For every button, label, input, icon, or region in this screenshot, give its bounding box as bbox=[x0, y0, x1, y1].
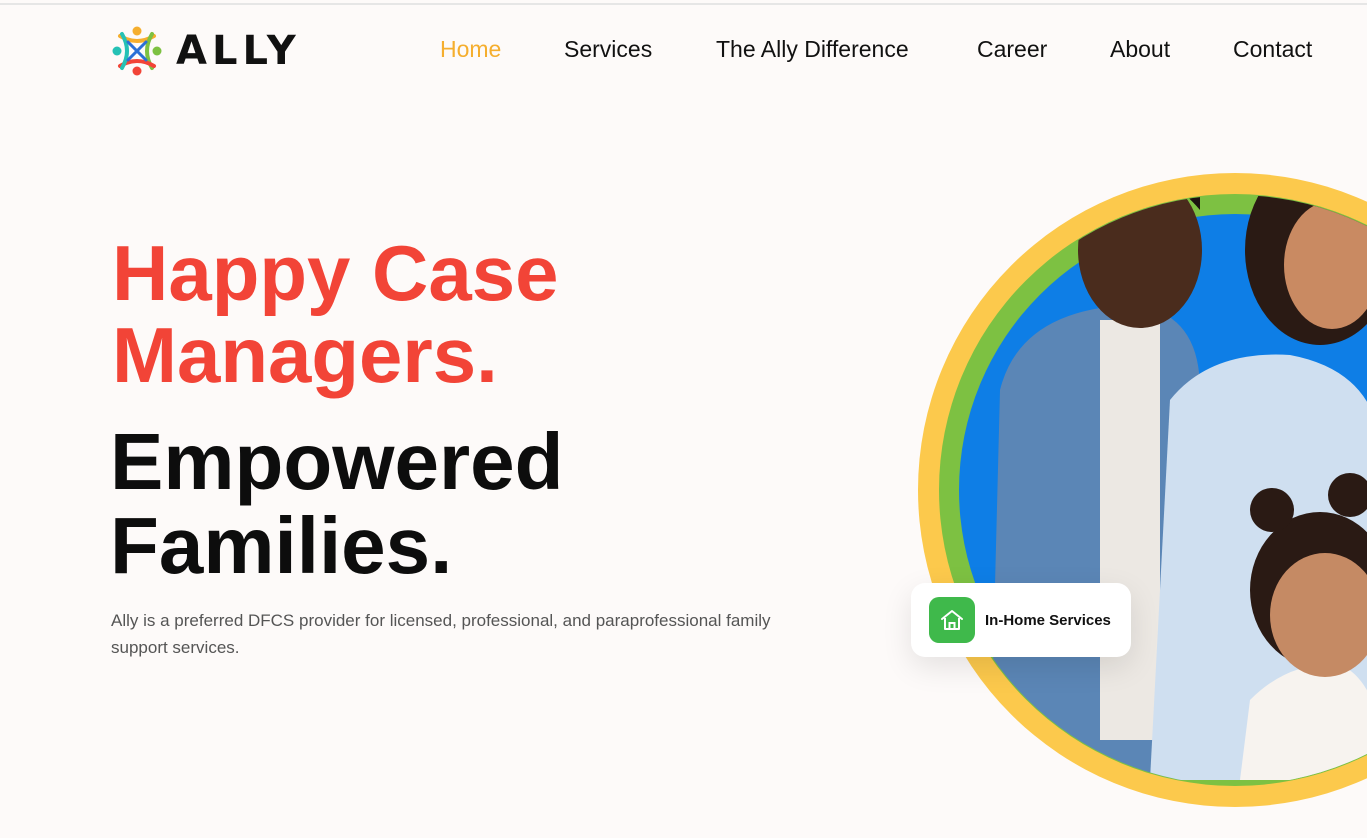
nav-contact[interactable]: Contact bbox=[1233, 36, 1312, 63]
nav-ally-difference[interactable]: The Ally Difference bbox=[716, 36, 909, 63]
hero-headline-secondary: Empowered Families. bbox=[110, 417, 564, 590]
nav-services[interactable]: Services bbox=[564, 36, 652, 63]
top-border bbox=[0, 3, 1367, 5]
in-home-services-badge[interactable]: In-Home Services bbox=[911, 583, 1131, 657]
badge-label: In-Home Services bbox=[985, 611, 1111, 629]
hero-headline-primary: Happy Case Managers. bbox=[112, 229, 559, 399]
hero-description: Ally is a preferred DFCS provider for li… bbox=[111, 611, 771, 657]
main-nav: Home Services The Ally Difference Career… bbox=[0, 36, 1367, 66]
nav-about[interactable]: About bbox=[1110, 36, 1170, 63]
house-icon bbox=[929, 597, 975, 643]
nav-home[interactable]: Home bbox=[440, 36, 501, 63]
family-photo-illustration bbox=[918, 173, 1367, 807]
hero-image bbox=[870, 140, 1367, 838]
nav-career[interactable]: Career bbox=[977, 36, 1047, 63]
